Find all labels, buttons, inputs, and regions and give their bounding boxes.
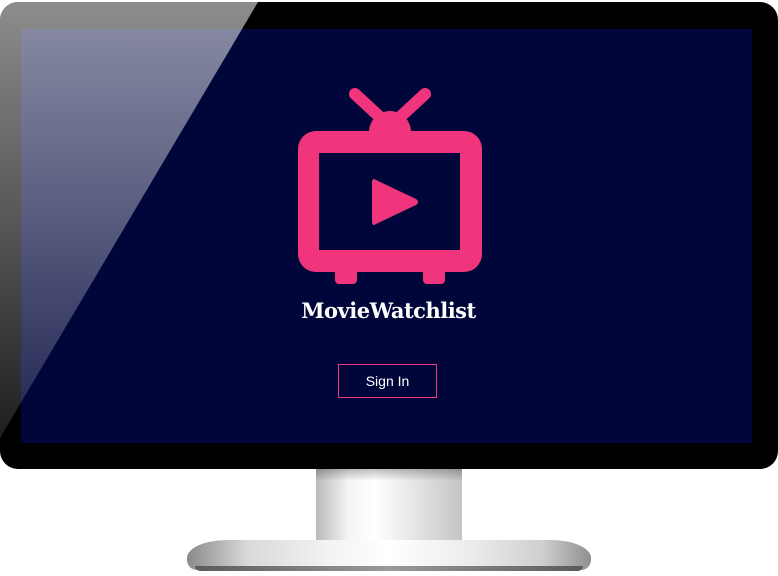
brand-title: MovieWatchlist (301, 298, 476, 323)
landing-page: MovieWatchlist Sign In (21, 29, 752, 443)
app-screen: MovieWatchlist Sign In (21, 29, 752, 443)
monitor-bezel: MovieWatchlist Sign In (0, 2, 778, 469)
sign-in-button[interactable]: Sign In (338, 364, 437, 398)
monitor-stand-edge (195, 566, 583, 571)
monitor-stand-shadow (316, 469, 462, 481)
monitor-mockup: MovieWatchlist Sign In (0, 0, 778, 576)
tv-play-icon (298, 88, 482, 284)
